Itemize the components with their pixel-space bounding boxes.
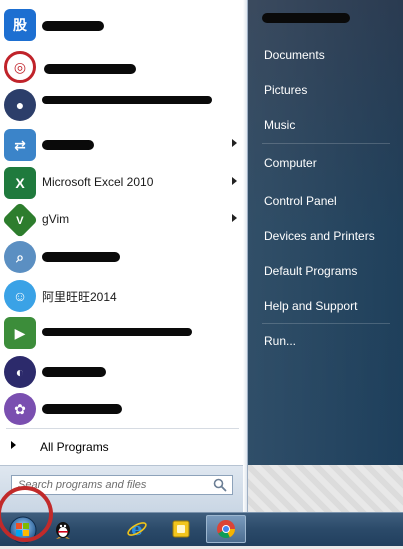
separator <box>262 323 390 324</box>
start-menu-places-pane: Documents Pictures Music Computer Contro… <box>248 0 403 512</box>
separator <box>6 428 239 429</box>
taskbar-pinned-app[interactable] <box>162 515 200 543</box>
help-and-support-label: Help and Support <box>264 299 358 313</box>
computer-label: Computer <box>264 156 317 170</box>
aliwangwang-icon: ☺ <box>4 280 36 312</box>
program-item-excel[interactable]: X Microsoft Excel 2010 <box>0 164 247 200</box>
pictures-label: Pictures <box>264 83 308 97</box>
app-icon-dark-figure: ● <box>4 89 36 121</box>
app-icon-magnifier: ⌕ <box>4 241 36 273</box>
program-item[interactable]: ▶ <box>0 314 247 350</box>
control-panel-link[interactable]: Control Panel <box>258 188 396 214</box>
redacted-label <box>42 367 106 377</box>
redacted-label <box>42 404 122 414</box>
program-item-gvim[interactable]: V gVim <box>0 201 247 239</box>
redacted-label <box>42 252 120 262</box>
user-name-redacted[interactable] <box>262 13 350 23</box>
program-item[interactable]: ● <box>0 86 247 122</box>
devices-and-printers-link[interactable]: Devices and Printers <box>258 223 396 249</box>
run-link[interactable]: Run... <box>258 328 396 354</box>
all-programs-button[interactable]: All Programs <box>0 432 247 460</box>
help-and-support-link[interactable]: Help and Support <box>258 293 396 319</box>
pictures-link[interactable]: Pictures <box>258 77 396 103</box>
redacted-label <box>42 96 212 104</box>
program-item[interactable]: ⇄ <box>0 126 247 162</box>
eclipse-icon: ◐ <box>4 356 36 388</box>
program-label: gVim <box>42 212 70 226</box>
app-icon-remote-desktop: ⇄ <box>4 129 36 161</box>
desktop-background <box>248 465 403 512</box>
redacted-label <box>42 328 192 336</box>
redacted-label <box>42 21 104 31</box>
program-item-aliwangwang[interactable]: ☺ 阿里旺旺2014 <box>0 277 247 313</box>
chevron-right-icon <box>11 441 16 449</box>
qq-penguin-icon <box>56 522 70 539</box>
control-panel-label: Control Panel <box>264 194 337 208</box>
chrome-icon <box>217 520 236 539</box>
app-icon-blue-chinese-char: 股 <box>4 9 36 41</box>
documents-label: Documents <box>264 48 325 62</box>
excel-icon: X <box>4 167 36 199</box>
music-link[interactable]: Music <box>258 112 396 138</box>
taskbar-pinned-app-active[interactable] <box>206 515 246 543</box>
program-label: 阿里旺旺2014 <box>42 290 117 304</box>
documents-link[interactable]: Documents <box>258 42 396 68</box>
yellow-app-icon <box>172 520 190 538</box>
program-item[interactable]: ✿ <box>0 390 247 426</box>
search-icon[interactable] <box>213 478 227 492</box>
program-label: Microsoft Excel 2010 <box>42 175 154 189</box>
run-label: Run... <box>264 334 297 348</box>
all-programs-label: All Programs <box>40 440 109 454</box>
program-item[interactable]: ⌕ <box>0 238 247 274</box>
default-programs-label: Default Programs <box>264 264 358 278</box>
app-icon-red-circle-logo: ◎ <box>4 51 36 83</box>
program-item[interactable]: 股 <box>0 6 247 42</box>
submenu-arrow-icon <box>232 214 237 222</box>
program-item[interactable]: ◎ <box>0 48 247 84</box>
music-label: Music <box>264 118 296 132</box>
app-icon-media-play: ▶ <box>4 317 36 349</box>
submenu-arrow-icon <box>232 177 237 185</box>
separator <box>262 143 390 144</box>
search-input[interactable] <box>18 478 208 492</box>
default-programs-link[interactable]: Default Programs <box>258 258 396 284</box>
computer-link[interactable]: Computer <box>258 150 396 176</box>
app-icon-purple-molecule: ✿ <box>4 393 36 425</box>
svg-text:e: e <box>131 519 142 540</box>
internet-explorer-icon: e <box>127 519 147 540</box>
gvim-icon: V <box>1 201 39 239</box>
start-menu: 股 ◎ ● ⇄ X Microsoft Excel 2010 V gVim ⌕ … <box>0 0 403 515</box>
redacted-label <box>42 140 94 150</box>
program-item[interactable]: ◐ <box>0 353 247 389</box>
devices-and-printers-label: Devices and Printers <box>264 229 375 243</box>
taskbar: e <box>0 512 403 546</box>
start-menu-programs-pane: 股 ◎ ● ⇄ X Microsoft Excel 2010 V gVim ⌕ … <box>0 0 248 513</box>
search-box[interactable] <box>11 475 233 495</box>
redacted-label <box>44 64 136 74</box>
taskbar-pinned-app[interactable]: e <box>118 515 156 543</box>
submenu-arrow-icon <box>232 139 237 147</box>
